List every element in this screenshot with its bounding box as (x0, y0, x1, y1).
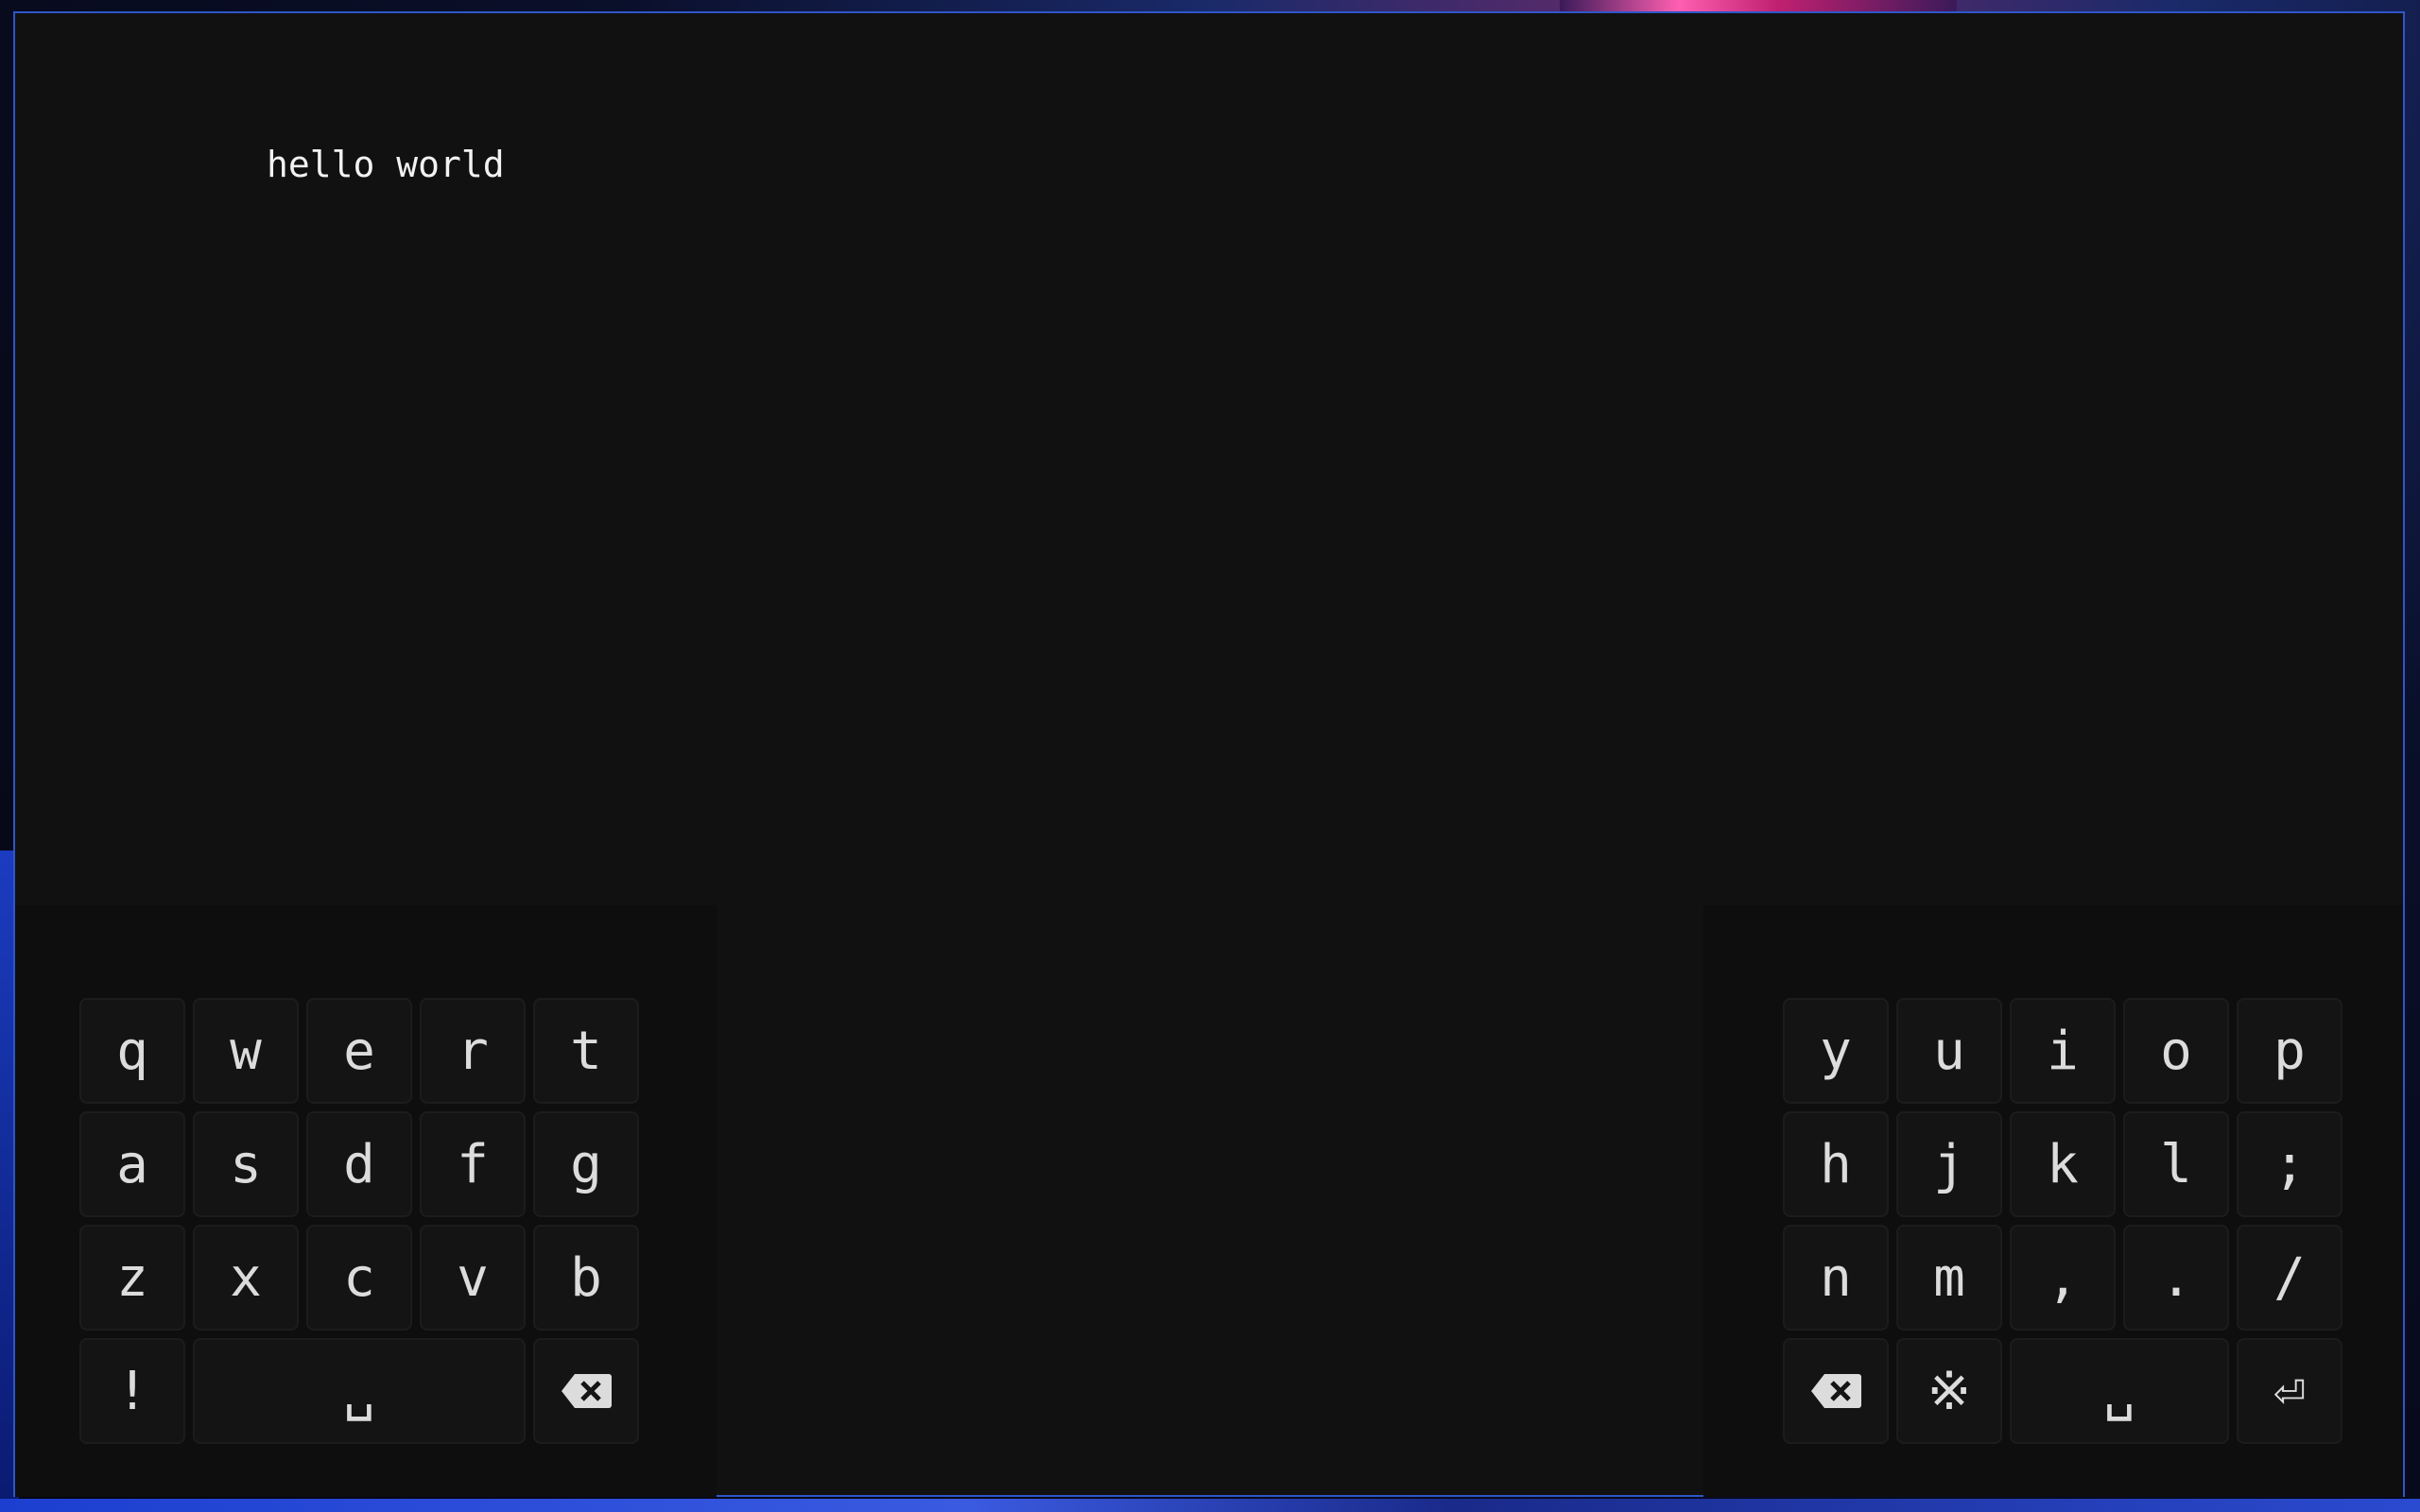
key-x[interactable]: x (193, 1225, 299, 1331)
key-n[interactable]: n (1783, 1225, 1889, 1331)
keyboard-left-panel: q w e r t a s d f g z x c v b ! ␣ (15, 905, 717, 1497)
key-q[interactable]: q (79, 998, 185, 1104)
key-semicolon[interactable]: ; (2237, 1111, 2342, 1217)
key-w[interactable]: w (193, 998, 299, 1104)
key-p[interactable]: p (2237, 998, 2342, 1104)
key-backspace-left[interactable] (533, 1338, 639, 1444)
key-h[interactable]: h (1783, 1111, 1889, 1217)
key-slash[interactable]: / (2237, 1225, 2342, 1331)
key-r[interactable]: r (420, 998, 526, 1104)
editor-content[interactable]: hello world (267, 144, 505, 185)
wallpaper-bottom-edge (0, 1499, 2420, 1512)
key-comma[interactable]: , (2010, 1225, 2116, 1331)
text-editor-window: hello world q w e r t a s d f g z x c v … (13, 11, 2405, 1497)
backspace-icon (1811, 1374, 1861, 1408)
key-i[interactable]: i (2010, 998, 2116, 1104)
key-backspace-right[interactable] (1783, 1338, 1889, 1444)
key-c[interactable]: c (306, 1225, 412, 1331)
key-s[interactable]: s (193, 1111, 299, 1217)
key-z[interactable]: z (79, 1225, 185, 1331)
key-f[interactable]: f (420, 1111, 526, 1217)
key-space-left[interactable]: ␣ (193, 1338, 526, 1444)
key-enter[interactable]: ⏎ (2237, 1338, 2342, 1444)
key-j[interactable]: j (1896, 1111, 2002, 1217)
key-a[interactable]: a (79, 1111, 185, 1217)
key-k[interactable]: k (2010, 1111, 2116, 1217)
key-period[interactable]: . (2123, 1225, 2229, 1331)
key-symbols[interactable]: ※ (1896, 1338, 2002, 1444)
key-g[interactable]: g (533, 1111, 639, 1217)
key-t[interactable]: t (533, 998, 639, 1104)
key-exclamation[interactable]: ! (79, 1338, 185, 1444)
key-o[interactable]: o (2123, 998, 2229, 1104)
key-u[interactable]: u (1896, 998, 2002, 1104)
key-d[interactable]: d (306, 1111, 412, 1217)
keyboard-right-panel: y u i o p h j k l ; n m , . / ※ ␣ ⏎ (1703, 905, 2403, 1497)
key-e[interactable]: e (306, 998, 412, 1104)
backspace-icon (562, 1374, 612, 1408)
key-l[interactable]: l (2123, 1111, 2229, 1217)
key-b[interactable]: b (533, 1225, 639, 1331)
key-space-right[interactable]: ␣ (2010, 1338, 2229, 1444)
key-v[interactable]: v (420, 1225, 526, 1331)
key-y[interactable]: y (1783, 998, 1889, 1104)
key-m[interactable]: m (1896, 1225, 2002, 1331)
